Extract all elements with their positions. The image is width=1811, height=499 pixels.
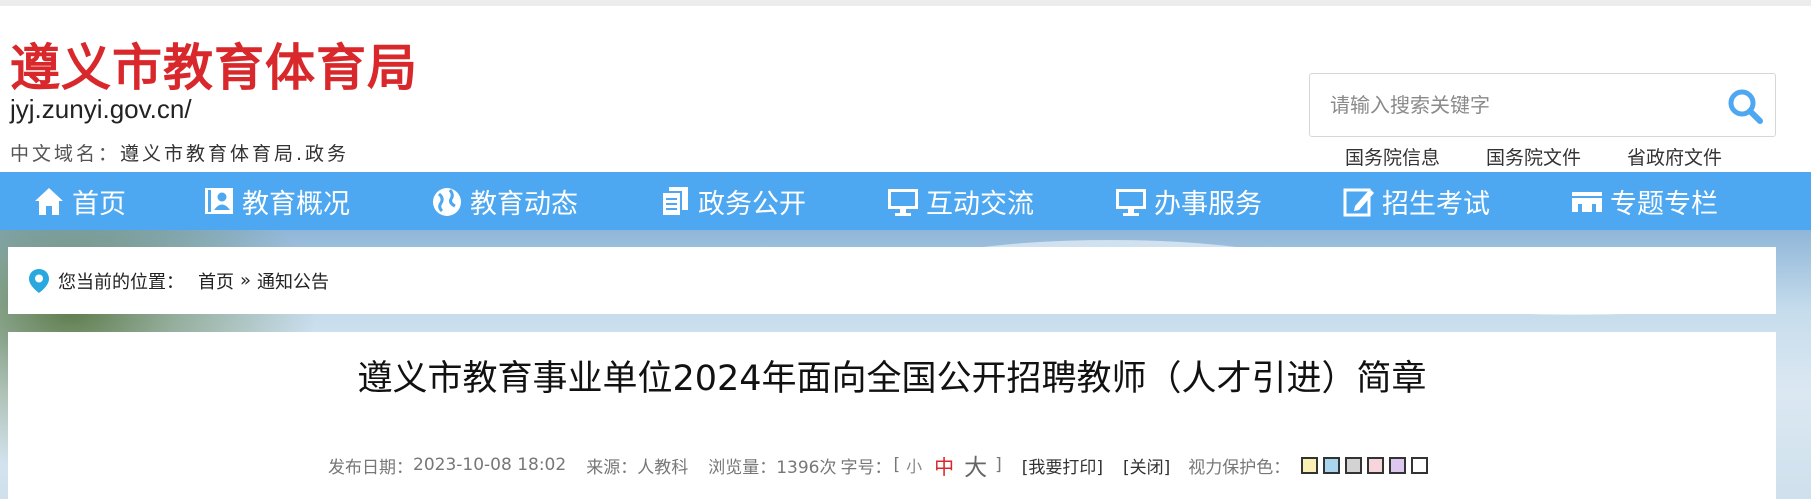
monitor-icon [1116,189,1146,216]
nav-item-gov-affairs[interactable]: 政务公开 [658,172,806,230]
eye-care-label: 视力保护色： [1188,457,1291,478]
breadcrumb-home-link[interactable]: 首页 [198,268,234,294]
location-pin-icon [29,268,49,293]
quick-link-state-council-info[interactable]: 国务院信息 [1345,143,1440,170]
font-size-large-button[interactable]: 大 [964,448,987,482]
close-button[interactable]: [关闭] [1123,453,1170,478]
eye-care-swatch-purple[interactable] [1389,456,1407,474]
search-button[interactable] [1725,86,1765,126]
views-count: 1396次 [776,457,837,478]
breadcrumb-prefix: 您当前的位置： [58,271,184,293]
site-logo-title[interactable]: 遵义市教育体育局 [10,28,418,100]
nav-item-news[interactable]: 教育动态 [430,172,578,230]
nav-label: 政务公开 [698,188,806,220]
print-button[interactable]: [我要打印] [1022,453,1103,478]
eye-care-swatch-pink[interactable] [1367,456,1385,474]
cn-domain-value: 遵义市教育体育局.政务 [120,143,350,165]
nav-label: 互动交流 [926,188,1034,220]
folder-icon [1572,192,1602,212]
search-icon [1728,89,1763,124]
nav-label: 教育动态 [470,188,578,220]
fontsize-label: 字号： [840,457,892,478]
site-header: 遵义市教育体育局 jyj.zunyi.gov.cn/ 中文域名：遵义市教育体育局… [0,6,1811,172]
edit-icon [1343,188,1374,217]
nav-item-interaction[interactable]: 互动交流 [886,172,1034,230]
profile-card-icon [205,188,233,214]
bracket: [ [893,455,901,475]
eye-care-swatch-yellow[interactable] [1301,456,1319,474]
article-panel: 遵义市教育事业单位2024年面向全国公开招聘教师（人才引进）简章 发布日期： 2… [8,332,1776,499]
cn-domain-label: 中文域名： [10,143,121,165]
source-label: 来源： [586,457,638,478]
search-box [1309,73,1776,137]
cn-domain: 中文域名：遵义市教育体育局.政务 [10,139,349,166]
breadcrumb: 您当前的位置： 首页 » 通知公告 [8,247,1776,314]
documents-icon [661,187,688,217]
nav-item-overview[interactable]: 教育概况 [202,172,350,230]
nav-label: 教育概况 [242,188,350,220]
search-input[interactable] [1330,88,1710,122]
views-label: 浏览量： [708,457,777,478]
breadcrumb-separator: » [240,270,252,291]
quick-link-provincial-docs[interactable]: 省政府文件 [1627,143,1722,170]
nav-item-services[interactable]: 办事服务 [1114,172,1262,230]
publish-label: 发布日期： [328,457,413,478]
monitor-icon [888,189,918,216]
main-nav: 首页 教育概况 教育动态 政务公开 互动交流 办事服务 招生考试 专题专栏 [0,172,1811,230]
eye-care-swatch-gray[interactable] [1345,456,1363,474]
nav-item-special-topics[interactable]: 专题专栏 [1570,172,1718,230]
article-title: 遵义市教育事业单位2024年面向全国公开招聘教师（人才引进）简章 [357,359,1427,399]
globe-icon [433,188,461,216]
bracket: ] [995,455,1002,475]
breadcrumb-current-link[interactable]: 通知公告 [257,268,329,294]
font-size-medium-button[interactable]: 中 [934,451,954,480]
nav-item-enrollment[interactable]: 招生考试 [1342,172,1490,230]
nav-item-home[interactable]: 首页 [32,172,126,230]
source-value: 人教科 [637,457,689,478]
article-meta: 发布日期： 2023-10-08 18:02 来源： 人教科 浏览量： 1396… [328,448,1429,482]
eye-care-swatch-blue[interactable] [1323,456,1341,474]
publish-date: 2023-10-08 18:02 [413,455,567,475]
quick-link-state-council-docs[interactable]: 国务院文件 [1486,143,1581,170]
nav-label: 首页 [72,188,126,220]
nav-label: 招生考试 [1382,188,1490,220]
home-icon [35,188,63,215]
nav-label: 专题专栏 [1610,188,1718,220]
nav-label: 办事服务 [1154,188,1262,220]
eye-care-swatch-white[interactable] [1411,456,1429,474]
font-size-small-button[interactable]: 小 [906,453,922,477]
site-domain: jyj.zunyi.gov.cn/ [10,94,192,124]
